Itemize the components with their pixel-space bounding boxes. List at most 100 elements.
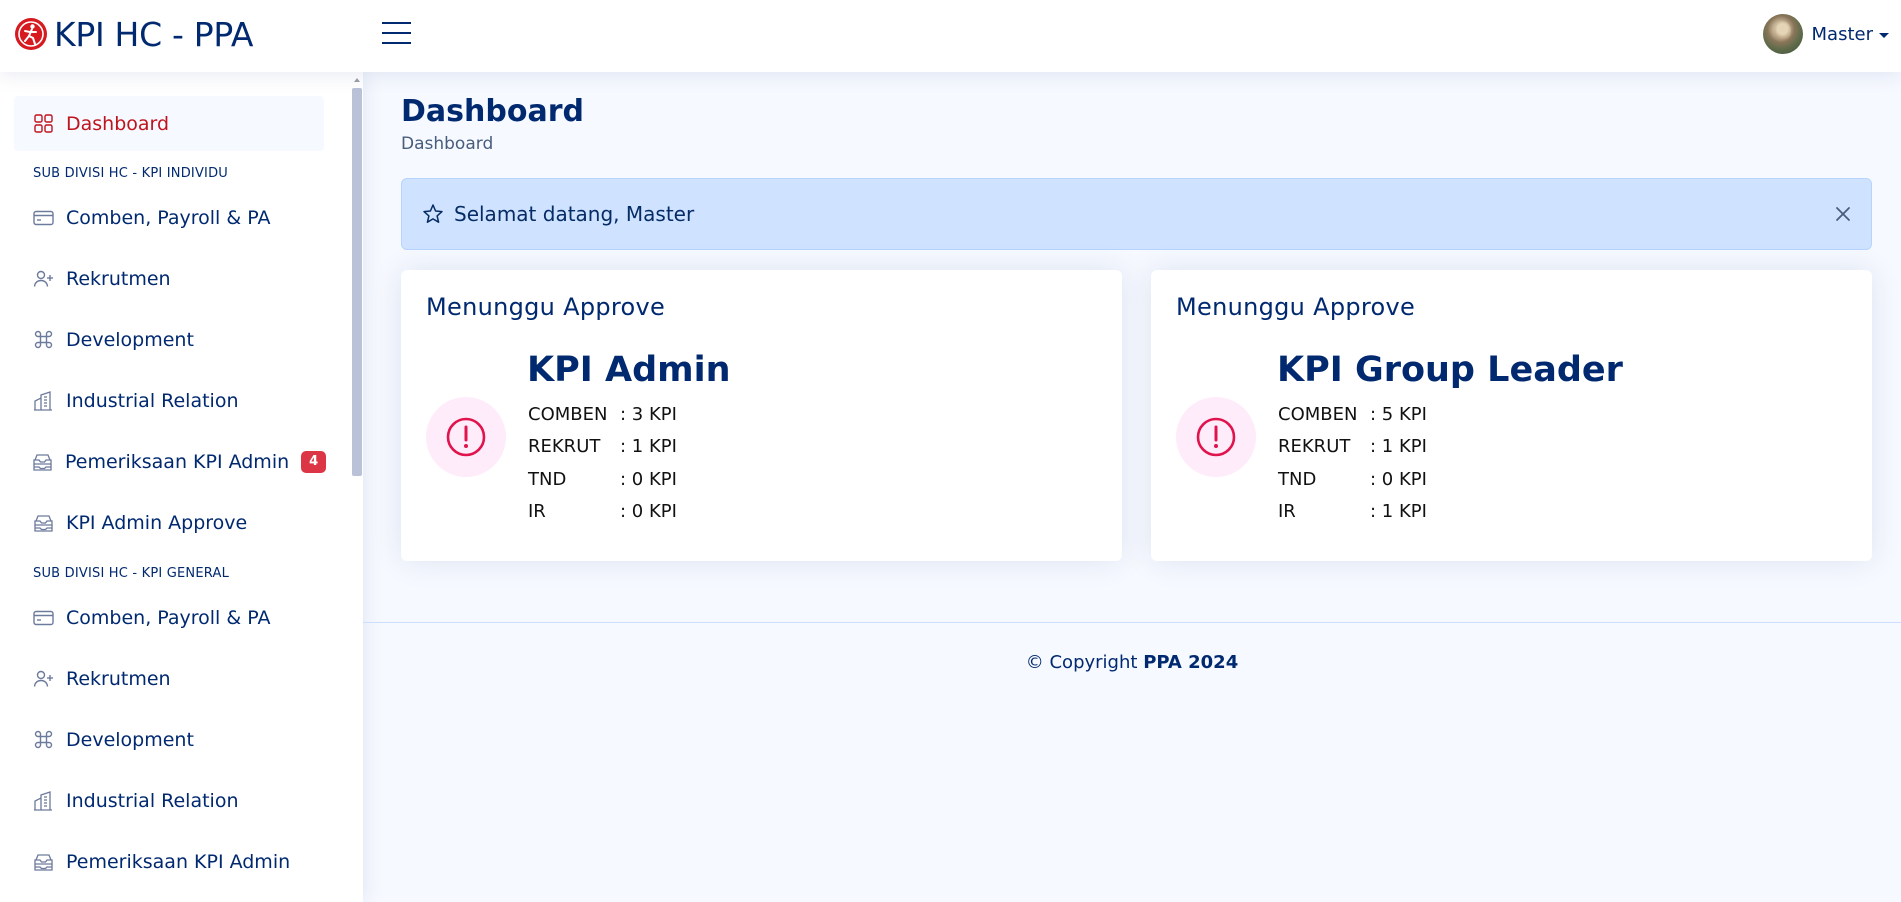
app-title: KPI HC - PPA bbox=[54, 14, 254, 54]
stat-row-comben: COMBEN : 3 KPI bbox=[528, 398, 677, 431]
credit-card-icon bbox=[32, 607, 54, 629]
menu-line-icon bbox=[382, 22, 411, 24]
sidebar-item-label: Rekrutmen bbox=[66, 267, 171, 290]
welcome-alert: Selamat datang, Master bbox=[401, 178, 1872, 250]
stat-value: : 1 KPI bbox=[1370, 501, 1427, 523]
sidebar-item-label: Pemeriksaan KPI Admin bbox=[65, 450, 290, 473]
stat-value: : 3 KPI bbox=[620, 403, 677, 425]
sidebar-item-label: Development bbox=[66, 728, 194, 751]
stat-row-tnd: TND : 0 KPI bbox=[1278, 463, 1427, 496]
stat-row-rekrut: REKRUT : 1 KPI bbox=[1278, 431, 1427, 464]
sidebar-section-heading: SUB DIVISI HC - KPI GENERAL bbox=[33, 566, 230, 581]
menu-line-icon bbox=[382, 32, 411, 34]
kpi-stats-list: COMBEN : 3 KPI REKRUT : 1 KPI TND : 0 KP… bbox=[528, 398, 677, 528]
stat-row-tnd: TND : 0 KPI bbox=[528, 463, 677, 496]
sidebar-item-development-general[interactable]: Development bbox=[14, 712, 324, 767]
alert-message: Selamat datang, Master bbox=[454, 202, 695, 226]
top-header: KPI HC - PPA Master bbox=[0, 0, 1901, 72]
sidebar-item-pemeriksaan-kpi-admin-general[interactable]: Pemeriksaan KPI Admin bbox=[14, 834, 324, 889]
inbox-stack-icon bbox=[32, 512, 54, 534]
sidebar-item-label: KPI Admin Approve bbox=[66, 511, 248, 534]
user-name: Master bbox=[1811, 23, 1873, 45]
close-icon[interactable] bbox=[1833, 204, 1853, 224]
buildings-icon bbox=[32, 790, 54, 812]
command-icon bbox=[32, 729, 54, 751]
stat-label: REKRUT bbox=[528, 436, 601, 458]
inbox-stack-icon bbox=[32, 451, 53, 473]
buildings-icon bbox=[32, 390, 54, 412]
sidebar-item-development[interactable]: Development bbox=[14, 312, 324, 367]
card-icon-circle bbox=[1176, 397, 1256, 477]
sidebar-item-label: Rekrutmen bbox=[66, 667, 171, 690]
app-logo[interactable]: KPI HC - PPA bbox=[14, 14, 253, 54]
sidebar-scrollbar[interactable] bbox=[352, 76, 362, 902]
sidebar-item-rekrutmen[interactable]: Rekrutmen bbox=[14, 251, 324, 306]
person-plus-icon bbox=[32, 668, 54, 690]
sidebar-item-industrial-relation-general[interactable]: Industrial Relation bbox=[14, 773, 324, 828]
sidebar-toggle-button[interactable] bbox=[382, 20, 411, 46]
stat-label: COMBEN bbox=[528, 403, 608, 425]
stat-row-rekrut: REKRUT : 1 KPI bbox=[528, 431, 677, 464]
stat-row-comben: COMBEN : 5 KPI bbox=[1278, 398, 1427, 431]
sidebar-item-industrial-relation[interactable]: Industrial Relation bbox=[14, 373, 324, 428]
brand-logo-icon bbox=[15, 18, 47, 50]
footer-divider bbox=[363, 622, 1901, 623]
stat-value: : 5 KPI bbox=[1370, 403, 1427, 425]
stat-label: REKRUT bbox=[1278, 436, 1351, 458]
stat-label: IR bbox=[1278, 501, 1296, 523]
card-heading: KPI Admin bbox=[527, 350, 731, 390]
person-plus-icon bbox=[32, 268, 54, 290]
menu-line-icon bbox=[382, 42, 411, 44]
stat-row-ir: IR : 1 KPI bbox=[1278, 496, 1427, 529]
card-heading: KPI Group Leader bbox=[1277, 350, 1623, 390]
card-title: Menunggu Approve bbox=[1176, 293, 1416, 321]
sidebar-item-rekrutmen-general[interactable]: Rekrutmen bbox=[14, 651, 324, 706]
stat-value: : 0 KPI bbox=[620, 468, 677, 490]
stat-row-ir: IR : 0 KPI bbox=[528, 496, 677, 529]
sidebar-item-label: Industrial Relation bbox=[66, 389, 239, 412]
stat-label: TND bbox=[1278, 468, 1317, 490]
page-title: Dashboard bbox=[401, 94, 584, 129]
sidebar-item-label: Dashboard bbox=[66, 112, 170, 135]
user-profile-dropdown[interactable]: Master bbox=[1762, 11, 1889, 57]
command-icon bbox=[32, 329, 54, 351]
sidebar-item-label: Comben, Payroll & PA bbox=[66, 606, 271, 629]
inbox-stack-icon bbox=[32, 851, 54, 873]
stat-label: COMBEN bbox=[1278, 403, 1358, 425]
sidebar-item-comben[interactable]: Comben, Payroll & PA bbox=[14, 190, 324, 245]
exclamation-circle-icon bbox=[446, 417, 486, 457]
grid-icon bbox=[32, 113, 54, 135]
stat-value: : 0 KPI bbox=[1370, 468, 1427, 490]
star-icon bbox=[423, 204, 443, 223]
footer-copyright: © Copyright PPA 2024 bbox=[363, 652, 1901, 673]
chevron-down-icon bbox=[1879, 32, 1889, 38]
sidebar-item-label: Comben, Payroll & PA bbox=[66, 206, 271, 229]
breadcrumb[interactable]: Dashboard bbox=[401, 134, 493, 154]
stat-label: TND bbox=[528, 468, 567, 490]
stat-value: : 1 KPI bbox=[1370, 436, 1427, 458]
sidebar-item-label: Industrial Relation bbox=[66, 789, 239, 812]
avatar bbox=[1762, 14, 1803, 54]
copyright-brand: PPA 2024 bbox=[1143, 652, 1239, 673]
notification-badge: 4 bbox=[301, 450, 327, 473]
card-title: Menunggu Approve bbox=[426, 293, 666, 321]
copyright-prefix: © Copyright bbox=[1025, 652, 1138, 673]
stat-value: : 1 KPI bbox=[620, 436, 677, 458]
scroll-up-arrow-icon[interactable] bbox=[354, 78, 360, 82]
sidebar-item-comben-general[interactable]: Comben, Payroll & PA bbox=[14, 590, 324, 645]
kpi-group-leader-card: Menunggu Approve KPI Group Leader COMBEN… bbox=[1151, 270, 1872, 561]
sidebar-item-kpi-admin-approve[interactable]: KPI Admin Approve bbox=[14, 495, 324, 550]
sidebar-item-label: Development bbox=[66, 328, 194, 351]
sidebar-item-pemeriksaan-kpi-admin[interactable]: Pemeriksaan KPI Admin 4 bbox=[14, 434, 327, 489]
sidebar: Dashboard SUB DIVISI HC - KPI INDIVIDU C… bbox=[0, 72, 363, 902]
card-icon-circle bbox=[426, 397, 506, 477]
kpi-admin-card: Menunggu Approve KPI Admin COMBEN : 3 KP… bbox=[401, 270, 1122, 561]
exclamation-circle-icon bbox=[1196, 417, 1236, 457]
sidebar-item-dashboard[interactable]: Dashboard bbox=[14, 96, 324, 151]
sidebar-item-label: Pemeriksaan KPI Admin bbox=[66, 850, 291, 873]
stat-label: IR bbox=[528, 501, 546, 523]
credit-card-icon bbox=[32, 207, 54, 229]
stat-value: : 0 KPI bbox=[620, 501, 677, 523]
kpi-stats-list: COMBEN : 5 KPI REKRUT : 1 KPI TND : 0 KP… bbox=[1278, 398, 1427, 528]
scrollbar-thumb[interactable] bbox=[352, 88, 362, 476]
